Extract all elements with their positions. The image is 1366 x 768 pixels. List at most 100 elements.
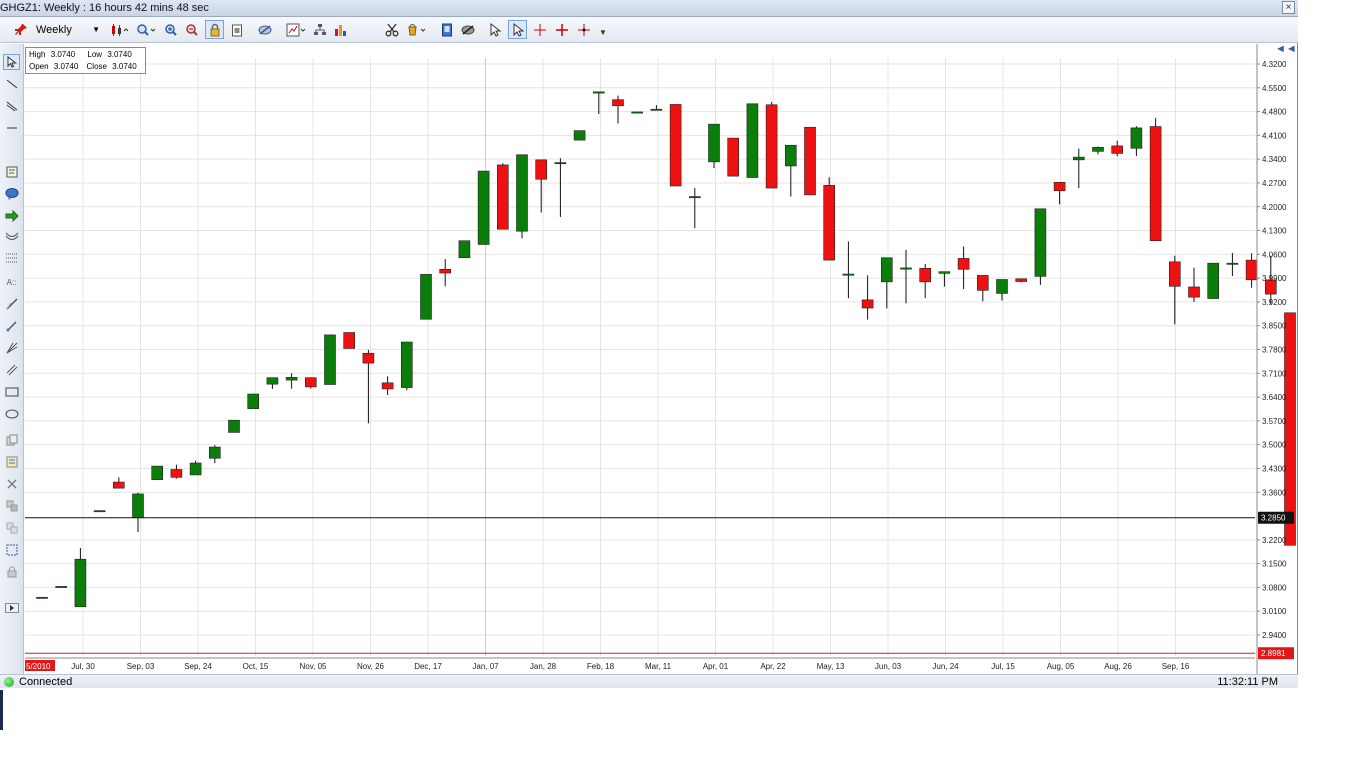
y-tick-label: 3.3600: [1262, 488, 1287, 497]
candle: [765, 104, 778, 189]
period-value: Weekly: [36, 23, 72, 36]
y-tick-label: 3.4300: [1262, 464, 1287, 473]
arrow-tool-icon[interactable]: [3, 208, 20, 224]
candle: [784, 144, 797, 167]
y-tick-label: 3.2200: [1262, 536, 1287, 545]
rectangle-tool-icon[interactable]: [3, 384, 20, 400]
candle: [170, 469, 183, 478]
balloon-tool-icon[interactable]: [3, 186, 20, 202]
candle-type-icon[interactable]: [108, 20, 130, 39]
start-date-label: 5/2010: [26, 662, 51, 671]
candle: [631, 111, 644, 114]
crosshair-icon[interactable]: [531, 20, 549, 39]
drawing-tools-sidebar: A::: [0, 44, 24, 674]
y-tick-label: 4.0600: [1262, 250, 1287, 259]
y-tick-label: 4.5500: [1262, 84, 1287, 93]
bucket-icon[interactable]: [404, 20, 428, 39]
select-area-tool-icon[interactable]: [3, 542, 20, 558]
bar-chart-icon[interactable]: [332, 20, 350, 39]
snapshot-icon[interactable]: [228, 20, 246, 39]
high-value: 3.0740: [50, 50, 76, 59]
zoom-out-icon[interactable]: [183, 20, 201, 39]
close-button[interactable]: ×: [1282, 1, 1295, 14]
candle: [362, 352, 375, 364]
ellipse-tool-icon[interactable]: [3, 406, 20, 422]
candle: [1169, 261, 1181, 287]
open-value: 3.0740: [53, 62, 79, 71]
channel-tool-icon[interactable]: [3, 362, 20, 378]
fib-tool-icon[interactable]: [3, 250, 20, 266]
lock-tool-icon[interactable]: [3, 564, 20, 580]
x-tick-label: Nov, 05: [300, 662, 328, 671]
candle: [1149, 126, 1162, 242]
x-tick-label: Dec, 17: [414, 662, 442, 671]
candle: [458, 240, 471, 259]
y-tick-label: 2.9400: [1262, 631, 1287, 640]
pitchfork-tool-icon[interactable]: [3, 340, 20, 356]
candle: [93, 510, 106, 513]
candlestick-chart[interactable]: ◄◄ 4.3200 4.5500 4.4800 4.4100 4.3400 4.2700 4.…: [25, 43, 1335, 674]
text-tool-icon[interactable]: A::: [3, 274, 20, 290]
x-tick-label: Jun, 24: [932, 662, 959, 671]
candle: [650, 108, 663, 111]
pin-icon[interactable]: [12, 20, 30, 39]
lock-icon[interactable]: [205, 20, 224, 39]
y-tick-label: 3.5000: [1262, 441, 1287, 450]
layer-tool-icon[interactable]: [3, 498, 20, 514]
eye-icon[interactable]: [459, 20, 477, 39]
y-tick-label: 4.2700: [1262, 179, 1287, 188]
line-tool-icon[interactable]: [3, 76, 20, 92]
copy-tool-icon[interactable]: [3, 432, 20, 448]
arc-tool-icon[interactable]: [3, 228, 20, 244]
candle: [900, 267, 912, 270]
high-label: High: [29, 50, 46, 59]
x-tick-label: Sep, 03: [127, 662, 155, 671]
chart-area[interactable]: ◄◄ 4.3200 4.5500 4.4800 4.4100 4.3400 4.2700 4.…: [25, 43, 1335, 674]
candle: [55, 586, 68, 588]
cursor-icon[interactable]: [487, 20, 503, 39]
close-value: 3.0740: [112, 62, 137, 71]
pointer-tool-icon[interactable]: [3, 54, 20, 70]
candle: [189, 462, 202, 476]
taskbar-edge: [0, 690, 3, 730]
ohlc-info-box: High 3.0740 Low 3.0740 Open 3.0740 Close…: [25, 47, 146, 74]
props-tool-icon[interactable]: [3, 454, 20, 470]
horizontal-line-tool-icon[interactable]: [3, 120, 20, 136]
delete-tool-icon[interactable]: [3, 476, 20, 492]
candle: [1092, 146, 1104, 152]
expand-tool-icon[interactable]: [3, 600, 20, 616]
cursor-select-icon[interactable]: [508, 20, 527, 39]
candle: [823, 185, 836, 261]
hatch-tool-icon[interactable]: [3, 98, 20, 114]
y-tick-label: 3.9200: [1262, 298, 1287, 307]
candle: [727, 137, 740, 177]
x-tick-label: Jul, 15: [991, 662, 1015, 671]
period-select[interactable]: Weekly ▼: [30, 21, 104, 38]
x-tick-label: Jan, 07: [472, 662, 499, 671]
duplicate-tool-icon[interactable]: [3, 520, 20, 536]
note-tool-icon[interactable]: [3, 164, 20, 180]
scissors-icon[interactable]: [383, 20, 401, 39]
crosshair-dark-icon[interactable]: [575, 20, 593, 39]
zoom-icon[interactable]: [134, 20, 158, 39]
x-tick-label: Mar, 11: [645, 662, 672, 671]
page-icon[interactable]: [438, 20, 456, 39]
more-icon[interactable]: ▼: [597, 26, 609, 38]
crosshair-red-icon[interactable]: [553, 20, 571, 39]
toolbar: Weekly ▼ ▼: [0, 17, 1298, 43]
x-tick-label: Jan, 28: [530, 662, 557, 671]
x-tick-label: Aug, 26: [1104, 662, 1132, 671]
tree-icon[interactable]: [311, 20, 329, 39]
candle: [1034, 208, 1047, 277]
title-bar: GHGZ1: Weekly : 16 hours 42 mins 48 sec …: [0, 0, 1298, 17]
candle: [957, 258, 970, 270]
candle: [861, 299, 874, 309]
zoom-in-icon[interactable]: [162, 20, 180, 39]
pen-tool-icon[interactable]: [3, 296, 20, 312]
y-tick-label: 3.6400: [1262, 393, 1287, 402]
pencil-tool-icon[interactable]: [3, 318, 20, 334]
last-price-label: 3.2850: [1261, 514, 1286, 523]
indicator-icon[interactable]: [284, 20, 308, 39]
candle: [1226, 262, 1239, 265]
link-icon[interactable]: [256, 20, 274, 39]
